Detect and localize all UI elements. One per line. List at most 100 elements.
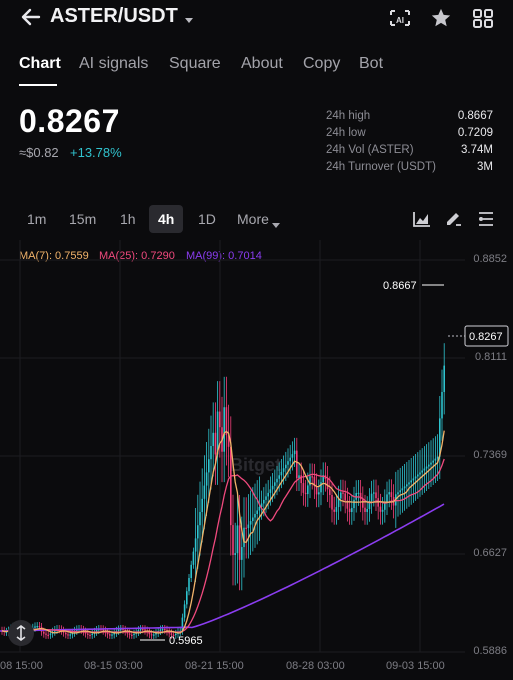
ai-badge: AI	[396, 16, 404, 25]
candle-body	[256, 510, 258, 514]
low-marker-label: 0.5965	[169, 635, 203, 647]
candle-body	[425, 466, 428, 469]
tab-ai-signals[interactable]: AI signals	[79, 55, 148, 73]
candle-body	[232, 525, 234, 555]
vertical-resize-icon	[15, 625, 27, 646]
pair-title[interactable]: ASTER/USDT	[50, 5, 178, 28]
candle-body	[388, 492, 390, 495]
tab-square[interactable]: Square	[169, 55, 221, 73]
candle-body	[43, 631, 45, 634]
candle-body	[287, 461, 289, 465]
ai-assistant-icon[interactable]: AI	[388, 7, 412, 34]
candle-body	[89, 634, 91, 637]
candle-body	[142, 629, 144, 631]
pair-dropdown-icon[interactable]	[184, 12, 194, 30]
candle-body	[333, 509, 335, 512]
price-chart[interactable]: Bitget 0.8667 0.5965 0.8267	[0, 240, 513, 680]
candle-body	[304, 492, 307, 495]
price-change: +13.78%	[70, 145, 122, 160]
candle-body	[265, 496, 267, 500]
candle-body	[131, 634, 133, 636]
candle-body	[214, 432, 217, 455]
candle-body	[401, 488, 404, 491]
candle-body	[245, 527, 247, 529]
candle-body	[203, 485, 206, 499]
candle-body	[106, 632, 109, 635]
candle-body	[408, 482, 410, 485]
candle-body	[212, 432, 214, 446]
candle-body	[340, 492, 342, 499]
candle-body	[399, 490, 401, 493]
candle-body	[252, 517, 254, 522]
interval-1h[interactable]: 1h	[120, 211, 136, 227]
candle-body	[421, 470, 423, 473]
last-price-tag-label: 0.8267	[469, 331, 503, 343]
stat-value-volume: 3.74M	[461, 144, 493, 156]
tab-about[interactable]: About	[241, 55, 283, 73]
candle-body	[315, 486, 318, 495]
candle-body	[238, 525, 241, 560]
stat-label-low: 24h low	[326, 127, 366, 139]
candle-body	[406, 484, 408, 487]
active-tab-indicator	[19, 84, 57, 86]
candle-body	[223, 407, 225, 452]
candle-body	[219, 411, 221, 428]
candle-body	[351, 508, 353, 512]
usd-price: ≈$0.82	[19, 145, 59, 160]
candle-body	[441, 392, 443, 419]
candle-body	[293, 450, 296, 455]
candle-body	[45, 633, 47, 635]
candle-body	[263, 499, 265, 504]
candle-body	[397, 492, 399, 495]
draw-tool-icon[interactable]	[444, 210, 462, 233]
candle-body	[342, 492, 344, 494]
candle-body	[344, 493, 346, 501]
interval-more[interactable]: More	[237, 211, 269, 227]
interval-1d[interactable]: 1D	[198, 211, 216, 227]
candle-body	[326, 478, 329, 490]
tab-bot[interactable]: Bot	[359, 55, 383, 73]
candle-body	[205, 472, 208, 486]
candle-body	[414, 476, 417, 479]
more-dropdown-icon[interactable]	[272, 216, 280, 234]
chart-type-icon[interactable]	[413, 211, 431, 232]
interval-1m[interactable]: 1m	[27, 211, 46, 227]
candle-body	[190, 564, 192, 578]
candle-body	[373, 492, 375, 494]
candle-body	[133, 633, 135, 635]
candle-body	[276, 478, 278, 483]
x-tick-1: 08-15 03:00	[84, 660, 143, 672]
candle-body	[282, 468, 285, 472]
candle-body	[65, 632, 67, 635]
stat-label-volume: 24h Vol (ASTER)	[326, 144, 414, 156]
candle-body	[159, 629, 162, 632]
candle-body	[267, 492, 269, 497]
candle-body	[194, 538, 197, 552]
interval-15m[interactable]: 15m	[69, 211, 96, 227]
interval-4h[interactable]: 4h	[158, 211, 174, 227]
candle-body	[412, 478, 415, 481]
back-arrow-icon[interactable]	[20, 6, 42, 33]
indicator-settings-icon[interactable]	[477, 211, 495, 232]
candle-body	[111, 634, 113, 636]
candle-body	[285, 464, 287, 469]
candle-body	[357, 492, 360, 495]
stat-value-high: 0.8667	[457, 110, 493, 122]
last-price: 0.8267	[19, 103, 120, 139]
tab-chart[interactable]: Chart	[19, 55, 61, 73]
candle-body	[230, 446, 232, 526]
candle-body	[296, 450, 298, 479]
tab-copy[interactable]: Copy	[303, 55, 340, 73]
candle-body	[258, 506, 261, 511]
candle-body	[197, 525, 199, 539]
candle-body	[128, 633, 131, 635]
favorite-star-icon[interactable]	[430, 7, 452, 34]
candle-body	[335, 507, 338, 512]
more-menu-icon[interactable]	[472, 8, 494, 33]
candle-body	[423, 468, 426, 471]
candle-body	[381, 509, 384, 512]
x-tick-2: 08-21 15:00	[185, 660, 244, 672]
y-tick-4: 0.5886	[473, 645, 507, 657]
candle-body	[91, 633, 93, 635]
candle-body	[289, 457, 291, 462]
